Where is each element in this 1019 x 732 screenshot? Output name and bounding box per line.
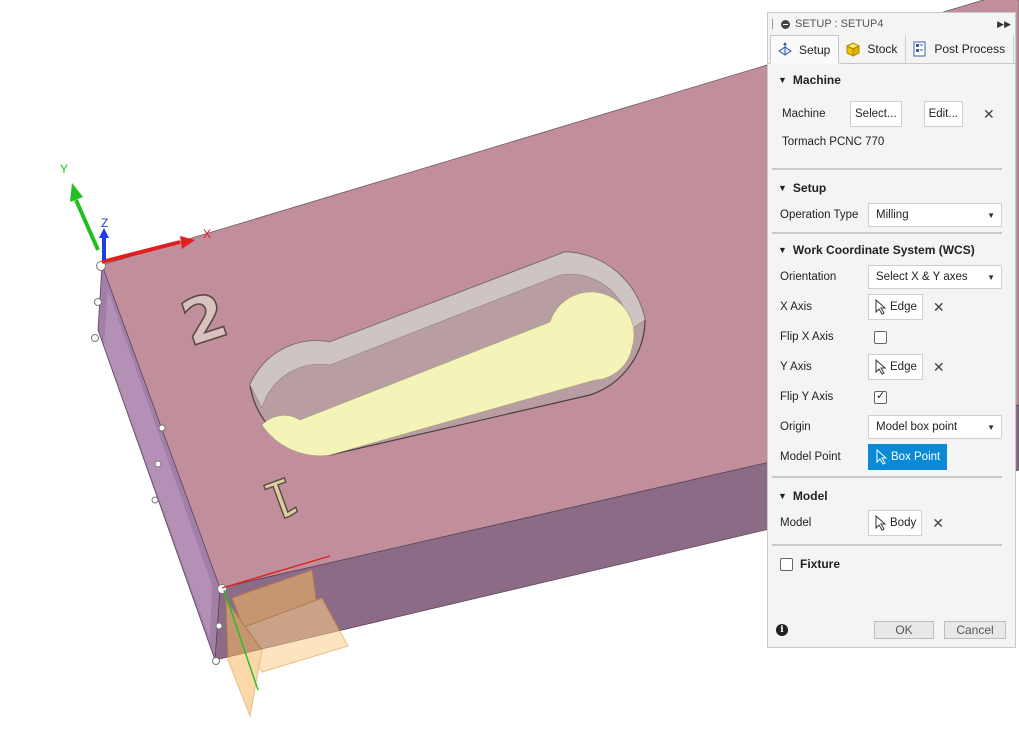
z-axis-label: Z: [101, 216, 108, 230]
x-axis-label: X Axis: [780, 301, 812, 313]
collapse-triangle-icon: ▼: [778, 491, 787, 501]
info-icon[interactable]: i: [776, 624, 788, 636]
tab-setup-label: Setup: [799, 42, 831, 57]
x-axis-select-value: Edge: [890, 301, 917, 313]
y-axis-clear-icon[interactable]: ✕: [933, 359, 945, 376]
fixture-label: Fixture: [800, 557, 841, 571]
setup-section-header[interactable]: ▼ Setup: [768, 176, 1015, 200]
dialog-title: SETUP : SETUP4: [795, 18, 884, 30]
flip-y-checkbox[interactable]: [874, 389, 887, 404]
orientation-label: Orientation: [780, 271, 837, 283]
orientation-dropdown[interactable]: Select X & Y axes ▼: [868, 265, 1002, 289]
flip-y-row: Flip Y Axis: [768, 382, 1015, 412]
model-label: Model: [780, 517, 812, 529]
machine-edit-button[interactable]: Edit...: [923, 101, 963, 127]
operation-type-label: Operation Type: [780, 209, 859, 221]
x-axis-select-button[interactable]: Edge: [868, 294, 923, 320]
y-axis-select-value: Edge: [890, 361, 917, 373]
machine-section-title: Machine: [792, 73, 841, 87]
chevron-down-icon: ▼: [987, 422, 995, 432]
model-point-value: Box Point: [891, 451, 941, 463]
model-point-label: Model Point: [780, 451, 841, 463]
collapse-icon[interactable]: [781, 19, 790, 29]
setup-dialog: SETUP : SETUP4 ▶▶ Setup Stock Post Proce…: [767, 12, 1016, 648]
model-section-title: Model: [792, 489, 828, 503]
model-row: Model Body ✕: [768, 508, 1015, 538]
origin-dropdown[interactable]: Model box point ▼: [868, 415, 1002, 439]
tab-stock[interactable]: Stock: [839, 35, 907, 63]
origin-value: Model box point: [876, 421, 958, 433]
section-divider: [772, 476, 1002, 478]
stock-cube-icon: [846, 42, 861, 57]
section-divider: [772, 544, 1002, 546]
cancel-button[interactable]: Cancel: [944, 621, 1006, 639]
model-point-select-button[interactable]: Box Point: [868, 444, 948, 470]
origin-label: Origin: [780, 421, 811, 433]
machine-select-button[interactable]: Select...: [850, 101, 902, 127]
cursor-pointer-icon: [875, 359, 887, 375]
tab-setup[interactable]: Setup: [770, 35, 840, 64]
orientation-row: Orientation Select X & Y axes ▼: [768, 262, 1015, 292]
machine-name: Tormach PCNC 770: [782, 136, 885, 148]
model-select-button[interactable]: Body: [868, 510, 923, 536]
section-divider: [772, 168, 1002, 170]
model-select-value: Body: [890, 517, 917, 529]
wcs-section-header[interactable]: ▼ Work Coordinate System (WCS): [768, 238, 1015, 262]
section-divider: [772, 232, 1002, 234]
x-axis-row: X Axis Edge ✕: [768, 292, 1015, 322]
cursor-pointer-icon: [875, 515, 887, 531]
expand-panel-icon[interactable]: ▶▶: [997, 19, 1011, 30]
dialog-titlebar[interactable]: SETUP : SETUP4 ▶▶: [768, 13, 1015, 35]
flip-x-label: Flip X Axis: [780, 331, 834, 343]
tab-stock-label: Stock: [867, 42, 898, 56]
tab-post-process[interactable]: Post Process: [906, 35, 1015, 63]
dialog-footer: i OK Cancel: [768, 613, 1015, 647]
x-axis-label: X: [203, 227, 211, 241]
model-point-row: Model Point Box Point: [768, 442, 1015, 472]
orientation-value: Select X & Y axes: [876, 271, 968, 283]
chevron-down-icon: ▼: [987, 210, 995, 220]
operation-type-value: Milling: [876, 209, 909, 221]
drag-grip[interactable]: [772, 19, 775, 29]
machine-row: Machine Select... Edit... ✕: [768, 92, 1015, 136]
cursor-pointer-icon: [876, 449, 888, 465]
y-axis-select-button[interactable]: Edge: [868, 354, 923, 380]
machine-section-header[interactable]: ▼ Machine: [768, 68, 1015, 92]
setup-icon: [778, 41, 792, 56]
y-axis-row: Y Axis Edge ✕: [768, 352, 1015, 382]
cursor-pointer-icon: [875, 299, 887, 315]
dialog-tabs: Setup Stock Post Process: [768, 35, 1015, 64]
x-axis-clear-icon[interactable]: ✕: [933, 299, 945, 316]
fixture-section-header[interactable]: Fixture: [768, 552, 1015, 576]
machine-label: Machine: [782, 108, 826, 120]
setup-section-title: Setup: [792, 181, 827, 195]
fixture-checkbox[interactable]: [780, 557, 793, 571]
flip-y-label: Flip Y Axis: [780, 391, 834, 403]
tab-post-process-label: Post Process: [934, 42, 1006, 56]
model-clear-icon[interactable]: ✕: [932, 515, 944, 532]
flip-x-checkbox[interactable]: [874, 330, 887, 344]
y-axis-label: Y: [60, 162, 68, 176]
collapse-triangle-icon: ▼: [778, 75, 787, 85]
operation-type-row: Operation Type Milling ▼: [768, 200, 1015, 230]
model-section-header[interactable]: ▼ Model: [768, 484, 1015, 508]
ok-button[interactable]: OK: [874, 621, 934, 639]
operation-type-dropdown[interactable]: Milling ▼: [868, 203, 1002, 227]
wcs-section-title: Work Coordinate System (WCS): [792, 243, 975, 257]
chevron-down-icon: ▼: [987, 272, 995, 282]
collapse-triangle-icon: ▼: [778, 245, 787, 255]
y-axis-label: Y Axis: [780, 361, 812, 373]
collapse-triangle-icon: ▼: [778, 183, 787, 193]
origin-row: Origin Model box point ▼: [768, 412, 1015, 442]
post-process-icon: [913, 41, 926, 57]
machine-clear-icon[interactable]: ✕: [983, 106, 995, 123]
flip-x-row: Flip X Axis: [768, 322, 1015, 352]
